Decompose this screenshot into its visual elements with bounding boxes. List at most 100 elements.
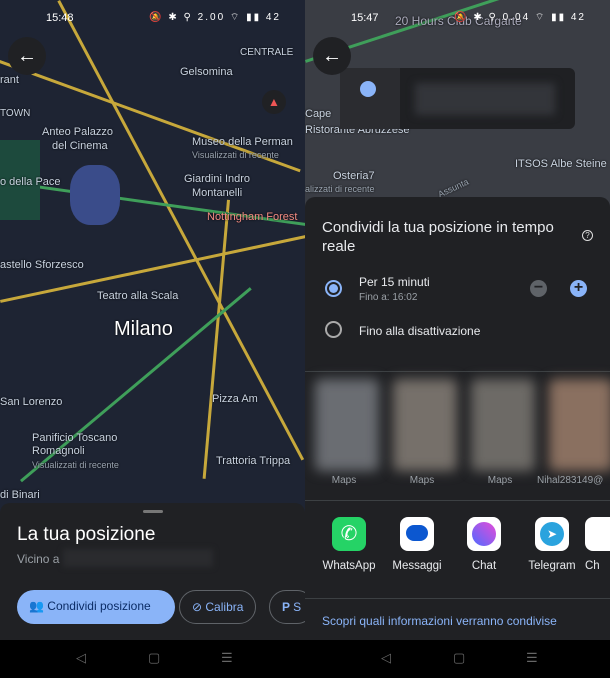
map-label: Pizza Am — [212, 393, 258, 405]
app-label: WhatsApp — [322, 560, 376, 572]
option-label: Fino alla disattivazione — [359, 324, 481, 338]
app-chat[interactable]: Chat — [449, 517, 519, 572]
map-label: Anteo Palazzo — [42, 126, 113, 138]
redacted-address — [63, 549, 213, 567]
map-label: del Cinema — [52, 140, 108, 152]
app-label: Chat — [471, 560, 497, 572]
app-chrome[interactable]: Ch — [585, 517, 610, 572]
map-label: ITSOS Albe Steine — [515, 158, 607, 170]
nav-recents-icon[interactable]: ☰ — [221, 650, 233, 666]
status-time: 15:47 — [351, 12, 379, 24]
divider — [305, 500, 610, 501]
person-share-icon: 👥 — [29, 599, 48, 613]
share-location-button[interactable]: 👥 Condividi posizione — [17, 590, 175, 624]
radio-15-minutes[interactable] — [325, 280, 342, 297]
app-label: Messaggi — [392, 560, 442, 572]
app-messaggi[interactable]: Messaggi — [382, 517, 452, 572]
app-icon — [585, 517, 610, 551]
nav-bar: ◁ ▢ ☰ — [0, 640, 305, 678]
compass-icon[interactable]: ▲ — [262, 90, 286, 114]
contact-label: Maps — [487, 475, 513, 486]
map-label: Giardini Indro — [184, 173, 251, 185]
nav-home-icon[interactable]: ▢ — [453, 650, 465, 666]
map-label: Cape — [305, 108, 332, 120]
app-telegram[interactable]: ➤ Telegram — [517, 517, 587, 572]
map-label: Montanelli — [192, 187, 243, 199]
map-label: Museo della Perman — [192, 136, 293, 148]
map[interactable]: Gelsomina CENTRALE TOWN rant Anteo Palaz… — [0, 0, 305, 520]
status-bar: 15:48 🔕 ✱ ⚲ 2.00 ⌔ ▮▮ 42 — [0, 8, 305, 28]
info-link[interactable]: Scopri quali informazioni verranno condi… — [322, 614, 557, 628]
map-label: o della Pace — [0, 176, 61, 188]
map-label: di Binari — [0, 489, 40, 501]
map-label-city: Milano — [114, 318, 173, 340]
map-label: Gelsomina — [180, 66, 233, 78]
contact-label: Maps — [331, 475, 357, 486]
contact-label: Nihal283149@ — [537, 475, 604, 486]
drag-handle[interactable] — [143, 510, 163, 513]
telegram-icon: ➤ — [540, 522, 564, 546]
sheet-title: Condividi la tua posizione in tempo real… — [322, 219, 554, 255]
status-bar: 15:47 🔕 ✱ ⚲ 0.04 ⌔ ▮▮ 42 — [305, 8, 610, 28]
contact-avatar[interactable] — [393, 379, 457, 471]
map-label: Trattoria Trippa — [216, 455, 291, 467]
back-button[interactable]: ← — [8, 37, 46, 75]
help-icon[interactable]: ? — [582, 230, 593, 241]
option-sublabel: Fino a: 16:02 — [359, 292, 418, 303]
right-screen: 20 Hours Club Cargarte Cape Ristorante A… — [305, 0, 610, 678]
map-label: astello Sforzesco — [0, 259, 84, 271]
chip-label: Calibra — [205, 600, 244, 614]
compass-icon: ⊘ — [192, 600, 206, 614]
status-icons: 🔕 ✱ ⚲ 0.04 ⌔ ▮▮ 42 — [454, 12, 586, 23]
map-label: Assunta — [436, 176, 471, 200]
status-icons: 🔕 ✱ ⚲ 2.00 ⌔ ▮▮ 42 — [149, 12, 281, 23]
nav-recents-icon[interactable]: ☰ — [526, 650, 538, 666]
whatsapp-icon: ✆ — [332, 517, 366, 551]
status-time: 15:48 — [46, 12, 74, 24]
area — [70, 165, 120, 225]
messenger-icon — [472, 522, 496, 546]
nav-back-icon[interactable]: ◁ — [381, 650, 391, 666]
map-label: San Lorenzo — [0, 396, 63, 408]
nav-bar: ◁ ▢ ☰ — [305, 640, 610, 678]
chip-label: Condividi posizione — [47, 599, 151, 613]
left-screen: Gelsomina CENTRALE TOWN rant Anteo Palaz… — [0, 0, 305, 678]
divider — [305, 598, 610, 599]
map-label: Osteria7 — [333, 170, 375, 182]
chip-label: S — [293, 600, 302, 614]
contact-avatar[interactable] — [315, 379, 379, 471]
location-sheet: La tua posizione Vicino a 👥 Condividi po… — [0, 503, 305, 640]
parking-icon: P — [282, 600, 294, 614]
minus-button[interactable]: − — [530, 280, 547, 297]
map-label: Romagnoli — [32, 445, 85, 457]
back-button[interactable]: ← — [313, 37, 351, 75]
map-label: CENTRALE — [240, 47, 294, 58]
sheet-title: La tua posizione — [17, 524, 156, 545]
parking-button[interactable]: P S — [269, 590, 305, 624]
plus-button[interactable]: + — [570, 280, 587, 297]
nav-back-icon[interactable]: ◁ — [76, 650, 86, 666]
calibrate-button[interactable]: ⊘ Calibra — [179, 590, 257, 624]
map-label: Visualizzati di recente — [32, 460, 119, 470]
sheet-subtitle: Vicino a — [17, 552, 60, 566]
option-label: Per 15 minuti — [359, 275, 430, 289]
contact-label: Maps — [409, 475, 435, 486]
redacted-contact-card — [340, 68, 575, 129]
map-label: rant — [0, 74, 19, 86]
app-label: Telegram — [528, 560, 576, 572]
map-label: Panificio Toscano — [32, 432, 118, 444]
map-label: alizzati di recente — [305, 184, 375, 194]
map-label: Visualizzati di recente — [192, 150, 279, 160]
app-whatsapp[interactable]: ✆ WhatsApp — [314, 517, 384, 572]
map-label: Teatro alla Scala — [97, 290, 179, 302]
divider — [305, 371, 610, 372]
contact-avatar[interactable] — [471, 379, 535, 471]
messages-icon — [406, 525, 428, 541]
nav-home-icon[interactable]: ▢ — [148, 650, 160, 666]
person-pin-icon — [360, 81, 376, 97]
contact-avatar[interactable] — [549, 379, 610, 471]
radio-until-off[interactable] — [325, 321, 342, 338]
map-label: Nottingham Forest — [207, 211, 298, 223]
map-label: TOWN — [0, 108, 31, 119]
share-sheet: Condividi la tua posizione in tempo real… — [305, 197, 610, 640]
